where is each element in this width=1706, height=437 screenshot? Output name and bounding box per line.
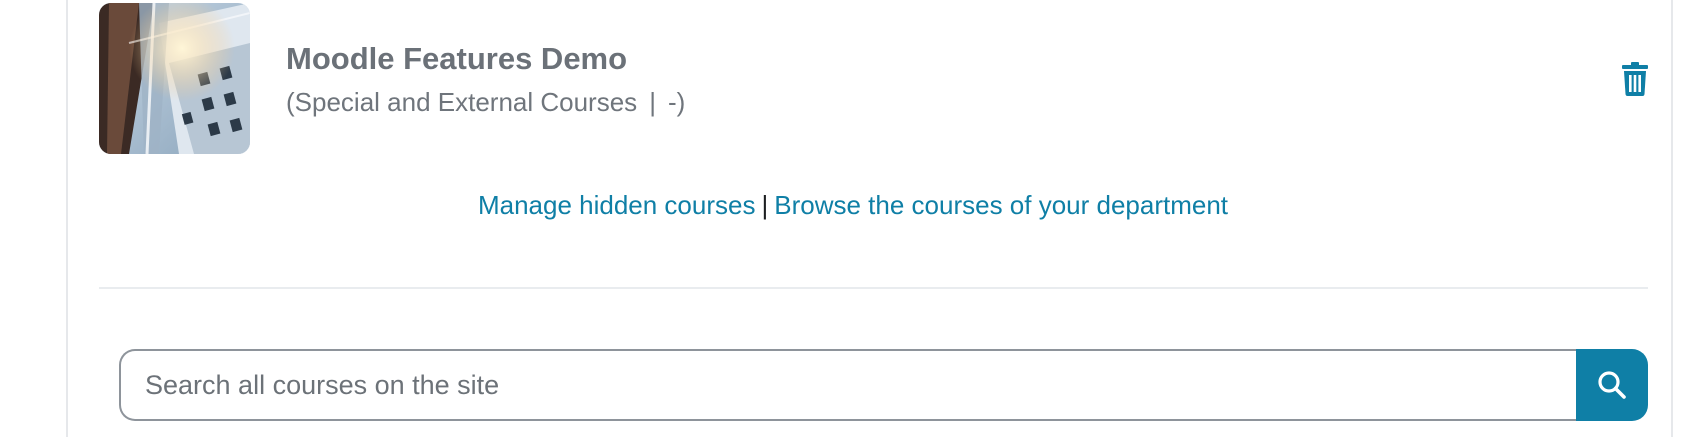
manage-hidden-courses-link[interactable]: Manage hidden courses — [478, 190, 756, 220]
course-search-form — [119, 349, 1648, 421]
section-divider — [99, 287, 1648, 289]
course-meta: (Special and External Courses | -) — [286, 87, 685, 118]
course-meta-separator: | — [649, 87, 656, 117]
search-button[interactable] — [1576, 349, 1648, 421]
course-title[interactable]: Moodle Features Demo — [286, 41, 627, 77]
course-list-item: Moodle Features Demo (Special and Extern… — [99, 3, 1648, 154]
search-icon — [1598, 371, 1626, 399]
trash-icon[interactable] — [1622, 62, 1648, 96]
course-links: Manage hidden courses | Browse the courses… — [0, 190, 1706, 221]
course-category: (Special and External Courses — [286, 87, 638, 117]
links-divider: | — [761, 190, 769, 220]
course-thumbnail[interactable] — [99, 3, 250, 154]
browse-department-courses-link[interactable]: Browse the courses of your department — [774, 190, 1228, 220]
course-meta-tail: -) — [667, 87, 686, 117]
search-input[interactable] — [119, 349, 1577, 421]
course-image-building — [99, 3, 250, 154]
